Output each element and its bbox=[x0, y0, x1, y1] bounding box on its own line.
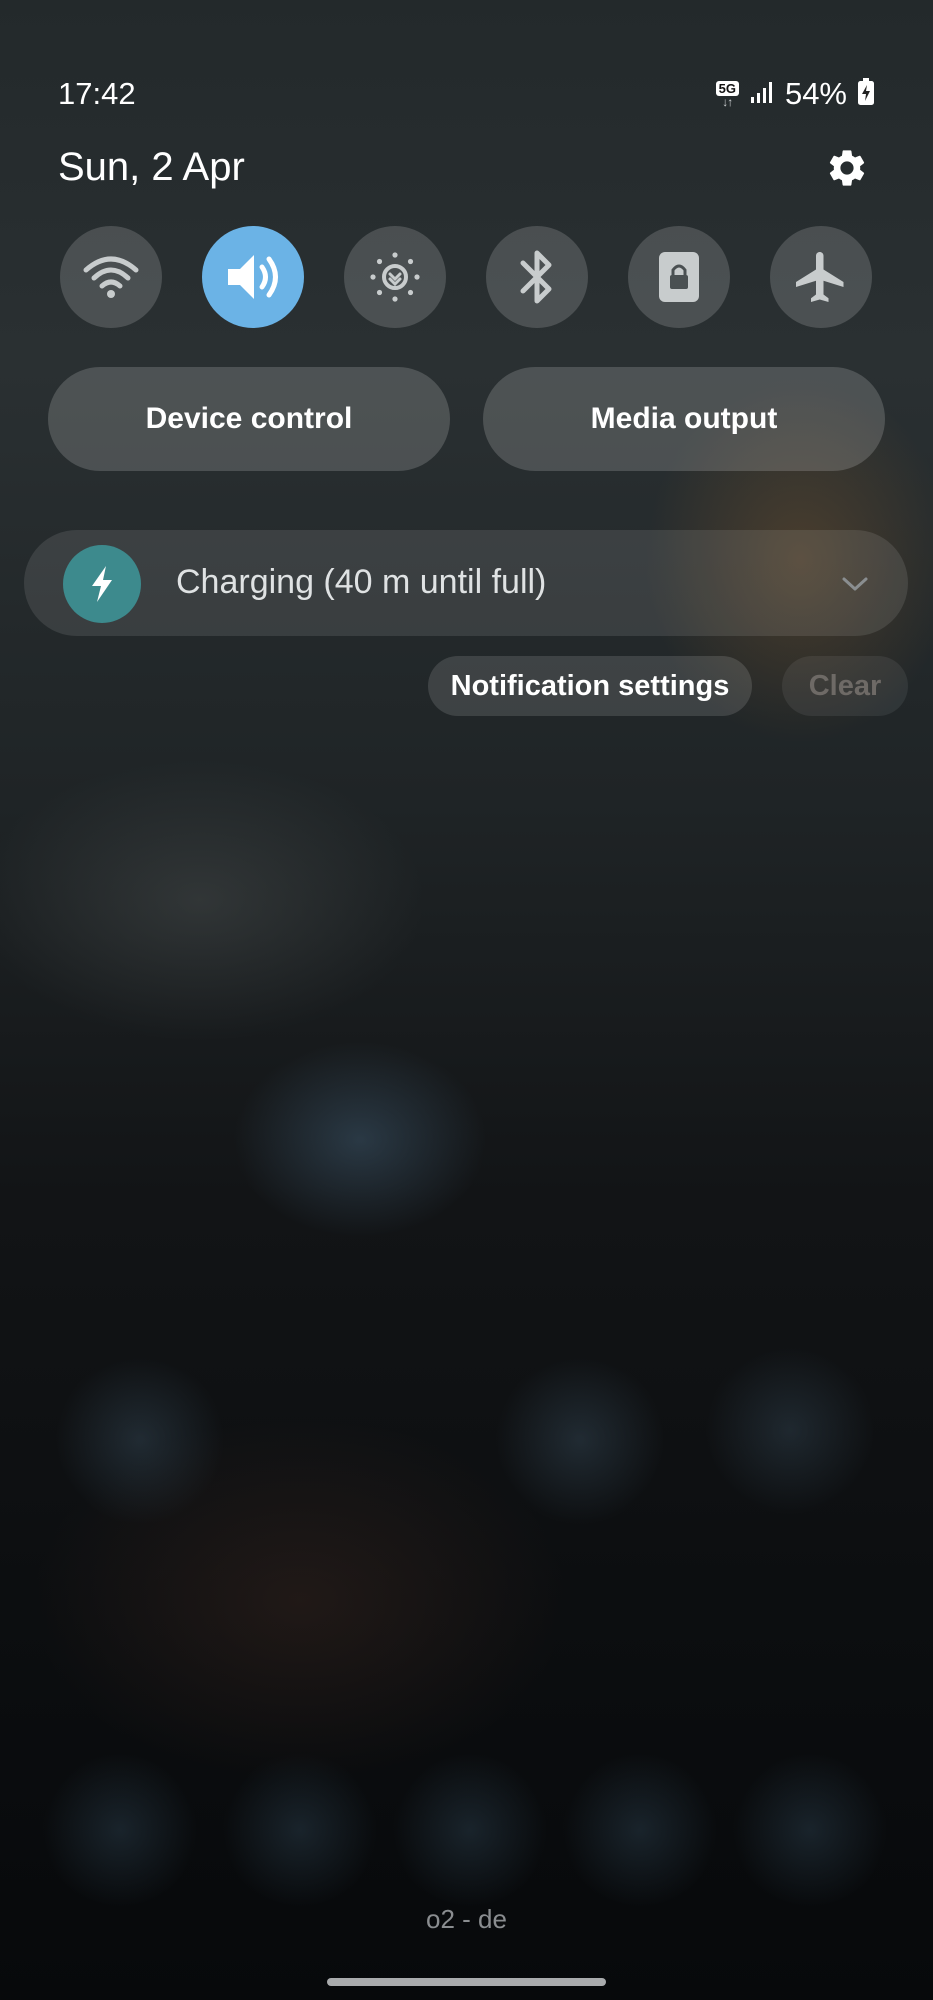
bluetooth-icon bbox=[520, 250, 552, 304]
eye-comfort-toggle[interactable] bbox=[344, 226, 446, 328]
airplane-icon bbox=[796, 252, 844, 302]
rotation-lock-icon bbox=[659, 252, 699, 302]
data-activity-arrows: ↓↑ bbox=[722, 94, 733, 109]
network-type-label: 5G bbox=[715, 80, 739, 96]
charging-notification[interactable]: Charging (40 m until full) bbox=[24, 530, 908, 636]
status-bar: 17:42 5G ↓↑ 54% bbox=[58, 72, 875, 116]
quick-action-pills: Device control Media output bbox=[0, 367, 933, 471]
notification-actions: Notification settings Clear bbox=[0, 656, 933, 716]
quick-settings-toggles bbox=[0, 226, 933, 328]
wifi-toggle[interactable] bbox=[60, 226, 162, 328]
bluetooth-toggle[interactable] bbox=[486, 226, 588, 328]
carrier-label: o2 - de bbox=[426, 1904, 507, 1934]
brightness-icon bbox=[370, 252, 420, 302]
media-output-button[interactable]: Media output bbox=[483, 367, 885, 471]
chevron-down-icon bbox=[842, 577, 868, 591]
home-indicator[interactable] bbox=[327, 1978, 606, 1986]
volume-icon bbox=[228, 255, 278, 299]
clock: 17:42 bbox=[58, 76, 136, 111]
date-row: Sun, 2 Apr bbox=[58, 140, 875, 196]
network-5g-icon: 5G ↓↑ bbox=[715, 80, 739, 109]
wifi-icon bbox=[83, 256, 139, 298]
portrait-lock-toggle[interactable] bbox=[628, 226, 730, 328]
status-icons: 5G ↓↑ 54% bbox=[715, 72, 875, 116]
cellular-signal-icon bbox=[749, 79, 775, 110]
airplane-mode-toggle[interactable] bbox=[770, 226, 872, 328]
gear-icon bbox=[829, 150, 865, 186]
notification-text: Charging (40 m until full) bbox=[176, 563, 547, 601]
battery-percent: 54% bbox=[784, 76, 847, 111]
date-label[interactable]: Sun, 2 Apr bbox=[58, 145, 245, 190]
notification-app-icon bbox=[63, 545, 141, 623]
lightning-bolt-icon bbox=[92, 566, 112, 602]
settings-button[interactable] bbox=[819, 140, 875, 196]
expand-button[interactable] bbox=[838, 567, 872, 601]
device-control-button[interactable]: Device control bbox=[48, 367, 450, 471]
battery-charging-icon bbox=[857, 77, 875, 111]
clear-button[interactable]: Clear bbox=[782, 656, 908, 716]
sound-toggle[interactable] bbox=[202, 226, 304, 328]
notification-settings-button[interactable]: Notification settings bbox=[428, 656, 752, 716]
